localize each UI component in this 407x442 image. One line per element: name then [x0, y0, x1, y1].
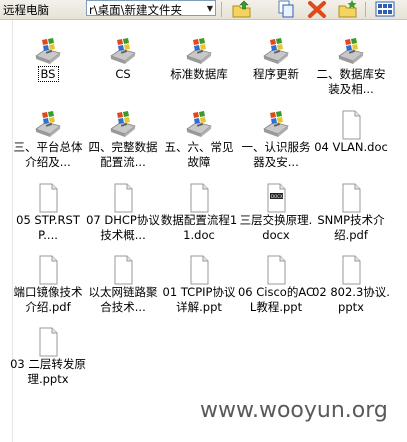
- file-icon: [336, 110, 366, 140]
- application-icon: [184, 110, 214, 140]
- copy-icon: [278, 0, 294, 18]
- file-item[interactable]: 四、完整数据配置流...: [84, 93, 162, 169]
- file-item[interactable]: 一、认识服务器及安...: [237, 93, 315, 169]
- file-label: 02 802.3协议.pptx: [312, 285, 390, 314]
- file-item[interactable]: SNMP技术介绍.pdf: [312, 166, 390, 242]
- file-label: 程序更新: [253, 67, 299, 81]
- application-icon: [336, 37, 366, 67]
- view-icon: [375, 1, 395, 17]
- folder-up-icon: [232, 0, 251, 18]
- toolbar: 远程电脑 r\桌面\新建文件夹 ▼: [0, 0, 407, 20]
- file-item[interactable]: 06 Cisco的ACL教程.ppt: [237, 238, 315, 314]
- file-item[interactable]: BS: [9, 20, 87, 92]
- file-item[interactable]: DOCX 三层交换原理.docx: [237, 166, 315, 242]
- file-item[interactable]: 三、平台总体介绍及...: [9, 93, 87, 169]
- delete-button[interactable]: [306, 0, 328, 18]
- location-label: 远程电脑: [3, 3, 49, 17]
- view-button[interactable]: [374, 0, 396, 18]
- application-icon: [33, 110, 63, 140]
- application-icon: [261, 110, 291, 140]
- file-item[interactable]: 五、六、常见故障: [160, 93, 238, 169]
- file-label: 以太网链路聚合技术...: [88, 285, 158, 314]
- toolbar-separator: [365, 2, 366, 17]
- application-icon: [184, 37, 214, 67]
- file-icon: [336, 183, 366, 213]
- file-icon: [33, 183, 63, 213]
- file-label: 标准数据库: [170, 67, 228, 81]
- file-label: 01 TCPIP协议详解.ppt: [162, 285, 236, 314]
- address-dropdown[interactable]: r\桌面\新建文件夹 ▼: [86, 0, 216, 17]
- file-item[interactable]: CS: [84, 20, 162, 92]
- file-item[interactable]: 04 VLAN.doc: [312, 93, 390, 165]
- application-icon: [108, 110, 138, 140]
- application-icon: [108, 37, 138, 67]
- file-item[interactable]: 02 802.3协议.pptx: [312, 238, 390, 314]
- file-icon: [33, 327, 63, 357]
- file-item[interactable]: 07 DHCP协议技术概...: [84, 166, 162, 242]
- address-value: r\桌面\新建文件夹: [89, 3, 182, 17]
- file-label: CS: [115, 67, 131, 81]
- file-icon: [336, 255, 366, 285]
- new-folder-button[interactable]: [337, 0, 359, 18]
- watermark: www.wooyun.org: [200, 398, 388, 423]
- file-item[interactable]: 数据配置流程11.doc: [160, 166, 238, 242]
- file-icon: [184, 255, 214, 285]
- toolbar-separator: [221, 2, 222, 17]
- file-icon: [108, 255, 138, 285]
- file-item[interactable]: 端口镜像技术介绍.pdf: [9, 238, 87, 314]
- file-icon: [261, 255, 291, 285]
- file-item[interactable]: 05 STP.RSTP....: [9, 166, 87, 242]
- new-folder-icon: [338, 0, 357, 18]
- application-icon: [33, 37, 63, 67]
- folder-up-button[interactable]: [231, 0, 253, 18]
- dropdown-arrow-icon[interactable]: ▼: [207, 4, 213, 13]
- file-icon: [33, 255, 63, 285]
- file-item[interactable]: 以太网链路聚合技术...: [84, 238, 162, 314]
- delete-icon: [308, 1, 326, 18]
- file-item[interactable]: 程序更新: [237, 20, 315, 92]
- file-icon: [184, 183, 214, 213]
- file-label: 06 Cisco的ACL教程.ppt: [237, 285, 315, 314]
- file-label: 03 二层转发原理.pptx: [10, 357, 86, 386]
- file-icon: [108, 183, 138, 213]
- file-label: 04 VLAN.doc: [314, 140, 388, 154]
- file-label: BS: [37, 66, 59, 82]
- docx-file-icon: DOCX: [261, 183, 291, 213]
- file-grid: BS CS 标准数据库 程序更新 二、数据库安装及相... 三、平台总体介绍及... 四、完…: [0, 20, 407, 442]
- file-item[interactable]: 二、数据库安装及相...: [312, 20, 390, 96]
- file-item[interactable]: 标准数据库: [160, 20, 238, 92]
- file-item[interactable]: 03 二层转发原理.pptx: [9, 310, 87, 386]
- application-icon: [261, 37, 291, 67]
- copy-button[interactable]: [275, 0, 297, 18]
- file-item[interactable]: 01 TCPIP协议详解.ppt: [160, 238, 238, 314]
- docx-badge: DOCX: [271, 194, 283, 199]
